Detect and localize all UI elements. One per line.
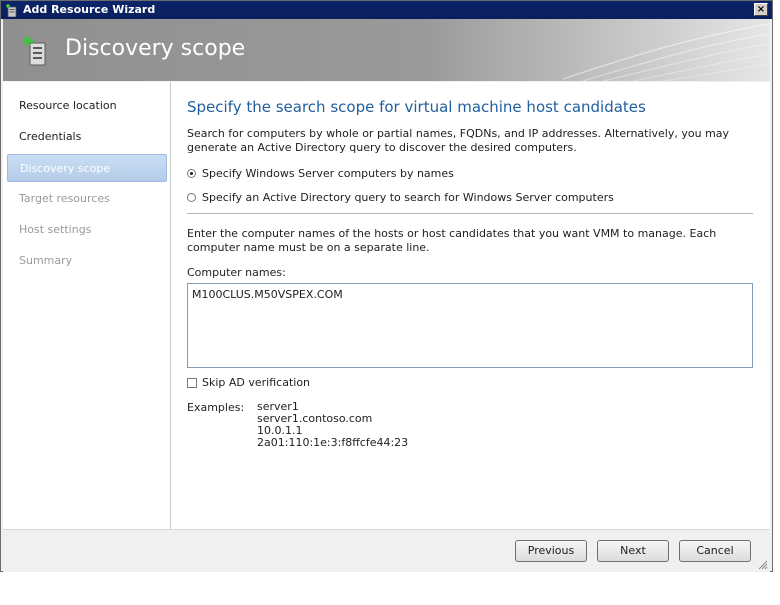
computer-names-input[interactable]: M100CLUS.M50VSPEX.COM (187, 283, 753, 368)
banner-decoration (563, 23, 770, 81)
examples-list: server1 server1.contoso.com 10.0.1.1 2a0… (257, 401, 408, 449)
radio-ad-query-label[interactable]: Specify an Active Directory query to sea… (202, 191, 614, 204)
wizard-app-icon (6, 4, 17, 17)
section-heading: Specify the search scope for virtual mac… (187, 98, 646, 116)
wizard-banner: Discovery scope (3, 19, 770, 81)
resize-grip-icon[interactable] (758, 560, 768, 570)
radio-ad-query[interactable]: Specify an Active Directory query to sea… (187, 191, 614, 204)
skip-ad-checkbox[interactable] (187, 377, 197, 388)
radio-ad-query-button[interactable] (187, 193, 196, 202)
next-button[interactable]: Next (597, 540, 669, 562)
skip-ad-label[interactable]: Skip AD verification (202, 376, 310, 389)
previous-button[interactable]: Previous (515, 540, 587, 562)
example-item: 2a01:110:1e:3:f8ffcfe44:23 (257, 436, 409, 449)
computer-names-label: Computer names: (187, 266, 286, 279)
add-server-icon (23, 36, 46, 66)
section-description: Search for computers by whole or partial… (187, 127, 730, 154)
step-summary: Summary (19, 254, 73, 267)
wizard-steps-sidebar: Resource location Credentials Discovery … (3, 82, 171, 529)
examples-label: Examples: (187, 401, 245, 414)
step-credentials[interactable]: Credentials (7, 123, 167, 151)
wizard-footer: Previous Next Cancel (3, 529, 770, 572)
cancel-button[interactable]: Cancel (679, 540, 751, 562)
window-title: Add Resource Wizard (23, 3, 156, 16)
radio-by-names-button[interactable] (187, 169, 196, 178)
radio-by-names-label[interactable]: Specify Windows Server computers by name… (202, 167, 454, 180)
skip-ad-verification[interactable]: Skip AD verification (187, 376, 310, 389)
radio-by-names[interactable]: Specify Windows Server computers by name… (187, 167, 454, 180)
step-resource-location[interactable]: Resource location (7, 92, 167, 120)
page-title: Discovery scope (65, 36, 246, 61)
wizard-content: Specify the search scope for virtual mac… (171, 82, 770, 529)
section-divider (187, 213, 753, 214)
step-host-settings: Host settings (19, 223, 92, 236)
close-button[interactable]: × (754, 3, 768, 16)
wizard-window: Add Resource Wizard × Discovery scope Re… (0, 0, 773, 572)
step-target-resources: Target resources (19, 192, 110, 205)
title-bar[interactable]: Add Resource Wizard × (1, 1, 772, 19)
step-discovery-scope[interactable]: Discovery scope (7, 154, 167, 182)
instructions-text: Enter the computer names of the hosts or… (187, 227, 717, 254)
